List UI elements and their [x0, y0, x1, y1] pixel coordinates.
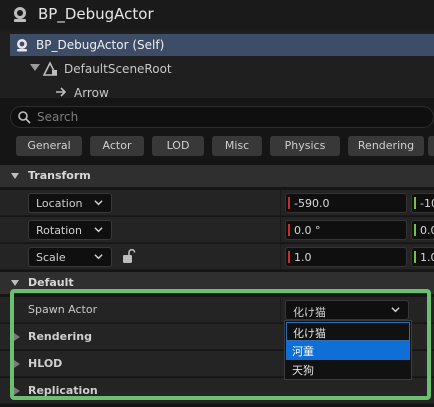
axis-y-marker	[414, 251, 416, 263]
tab-lod[interactable]: LOD	[152, 136, 204, 156]
tab-actor[interactable]: Actor	[90, 136, 144, 156]
scale-x-field[interactable]: 1.0	[285, 247, 407, 267]
scale-x-value: 1.0	[294, 251, 312, 264]
chevron-down-icon	[94, 227, 103, 233]
search-icon	[18, 111, 31, 124]
spawn-actor-selected: 化け猫	[293, 306, 326, 319]
components-tree: BP_DebugActor (Self) DefaultSceneRoot Ar…	[0, 30, 434, 98]
axis-x-marker	[288, 224, 290, 236]
component-arrow-row[interactable]: Arrow	[10, 82, 434, 98]
collapse-arrow-icon	[11, 280, 19, 286]
dropdown-option-label: 天狗	[292, 364, 314, 377]
scale-row: Scale 1.0 1.0	[0, 244, 434, 270]
actor-icon	[14, 7, 26, 22]
axis-x-marker	[288, 251, 290, 263]
location-mode-label: Location	[36, 197, 83, 210]
section-transform[interactable]: Transform	[0, 165, 434, 187]
arrow-component-icon	[56, 87, 67, 97]
scale-y-value: 1.0	[420, 251, 434, 264]
axis-y-marker	[414, 224, 416, 236]
rotation-x-field[interactable]: 0.0 °	[285, 220, 407, 240]
location-y-field[interactable]: -10	[411, 193, 434, 213]
rotation-row: Rotation 0.0 ° 0.0	[0, 217, 434, 243]
location-x-value: -590.0	[294, 197, 330, 210]
component-root-label: DefaultSceneRoot	[64, 62, 172, 76]
scale-mode-label: Scale	[36, 251, 66, 264]
spawn-actor-label: Spawn Actor	[28, 303, 98, 316]
location-row: Location -590.0 -10	[0, 190, 434, 216]
tab-general[interactable]: General	[16, 136, 82, 156]
scale-mode-dropdown[interactable]: Scale	[28, 247, 112, 267]
location-x-field[interactable]: -590.0	[285, 193, 407, 213]
component-self-row[interactable]: BP_DebugActor (Self)	[10, 34, 434, 56]
section-default[interactable]: Default	[0, 272, 434, 294]
spawn-actor-dropdown[interactable]: 化け猫	[285, 300, 409, 320]
location-mode-dropdown[interactable]: Location	[28, 193, 112, 213]
splitter[interactable]	[0, 98, 434, 104]
scene-component-icon	[42, 61, 58, 76]
chevron-down-icon	[94, 200, 103, 206]
expand-arrow-icon[interactable]	[30, 64, 40, 71]
tab-misc[interactable]: Misc	[212, 136, 262, 156]
rotation-y-field[interactable]: 0.0	[411, 220, 434, 240]
dropdown-option[interactable]: 天狗	[286, 360, 410, 379]
search-box[interactable]	[10, 106, 434, 128]
section-label: Transform	[28, 169, 91, 182]
subsection-label: Rendering	[28, 330, 92, 343]
location-y-value: -10	[420, 197, 434, 210]
expand-arrow-icon	[14, 387, 20, 395]
details-header: BP_DebugActor	[0, 0, 434, 30]
window-title: BP_DebugActor	[38, 5, 154, 23]
tab-overflow[interactable]	[428, 136, 434, 156]
rotation-mode-label: Rotation	[36, 224, 83, 237]
tab-physics[interactable]: Physics	[270, 136, 340, 156]
collapse-arrow-icon	[11, 173, 19, 179]
actor-icon	[17, 39, 27, 52]
scale-y-field[interactable]: 1.0	[411, 247, 434, 267]
axis-y-marker	[414, 197, 416, 209]
component-self-label: BP_DebugActor (Self)	[36, 38, 165, 52]
unlock-icon[interactable]	[122, 248, 136, 264]
axis-x-marker	[288, 197, 290, 209]
tab-rendering[interactable]: Rendering	[348, 136, 424, 156]
subsection-label: HLOD	[28, 357, 63, 370]
search-input[interactable]	[37, 109, 417, 125]
spawn-actor-options-list: 化け猫 河童 天狗	[284, 320, 412, 380]
component-arrow-label: Arrow	[74, 86, 109, 98]
section-label: Default	[28, 276, 74, 289]
rotation-mode-dropdown[interactable]: Rotation	[28, 220, 112, 240]
subsection-replication[interactable]: Replication	[0, 378, 434, 404]
expand-arrow-icon	[14, 360, 20, 368]
rotation-y-value: 0.0	[420, 224, 434, 237]
chevron-down-icon	[391, 307, 400, 313]
dropdown-option-label: 河童	[292, 345, 314, 358]
expand-arrow-icon	[14, 333, 20, 341]
dropdown-option-hovered[interactable]: 河童	[286, 341, 410, 360]
dropdown-option-label: 化け猫	[293, 327, 326, 340]
chevron-down-icon	[94, 254, 103, 260]
dropdown-option[interactable]: 化け猫	[286, 322, 410, 341]
subsection-label: Replication	[28, 384, 98, 397]
rotation-x-value: 0.0 °	[294, 224, 321, 237]
component-root-row[interactable]: DefaultSceneRoot	[10, 58, 434, 80]
